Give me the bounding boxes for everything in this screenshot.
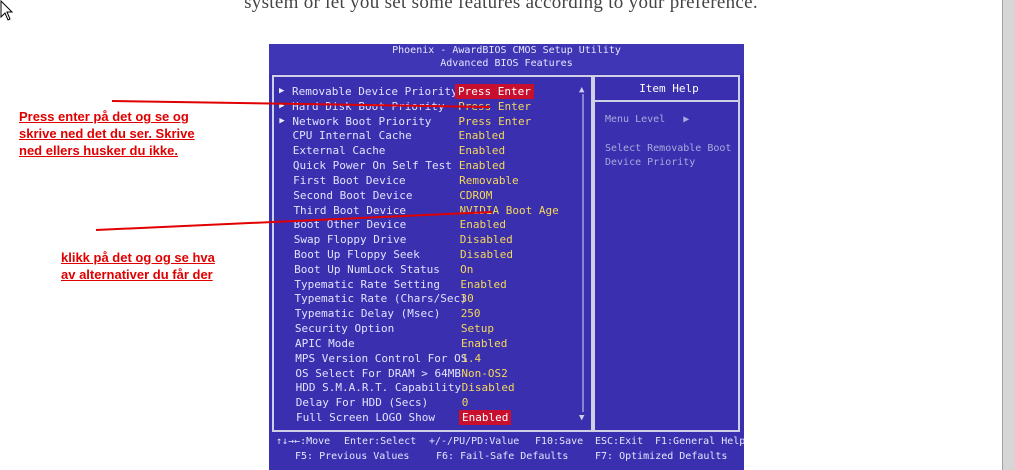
annotation-arrows <box>95 100 493 231</box>
annotation-arrow-2 <box>95 211 493 231</box>
annotation-arrow-1 <box>111 100 491 108</box>
